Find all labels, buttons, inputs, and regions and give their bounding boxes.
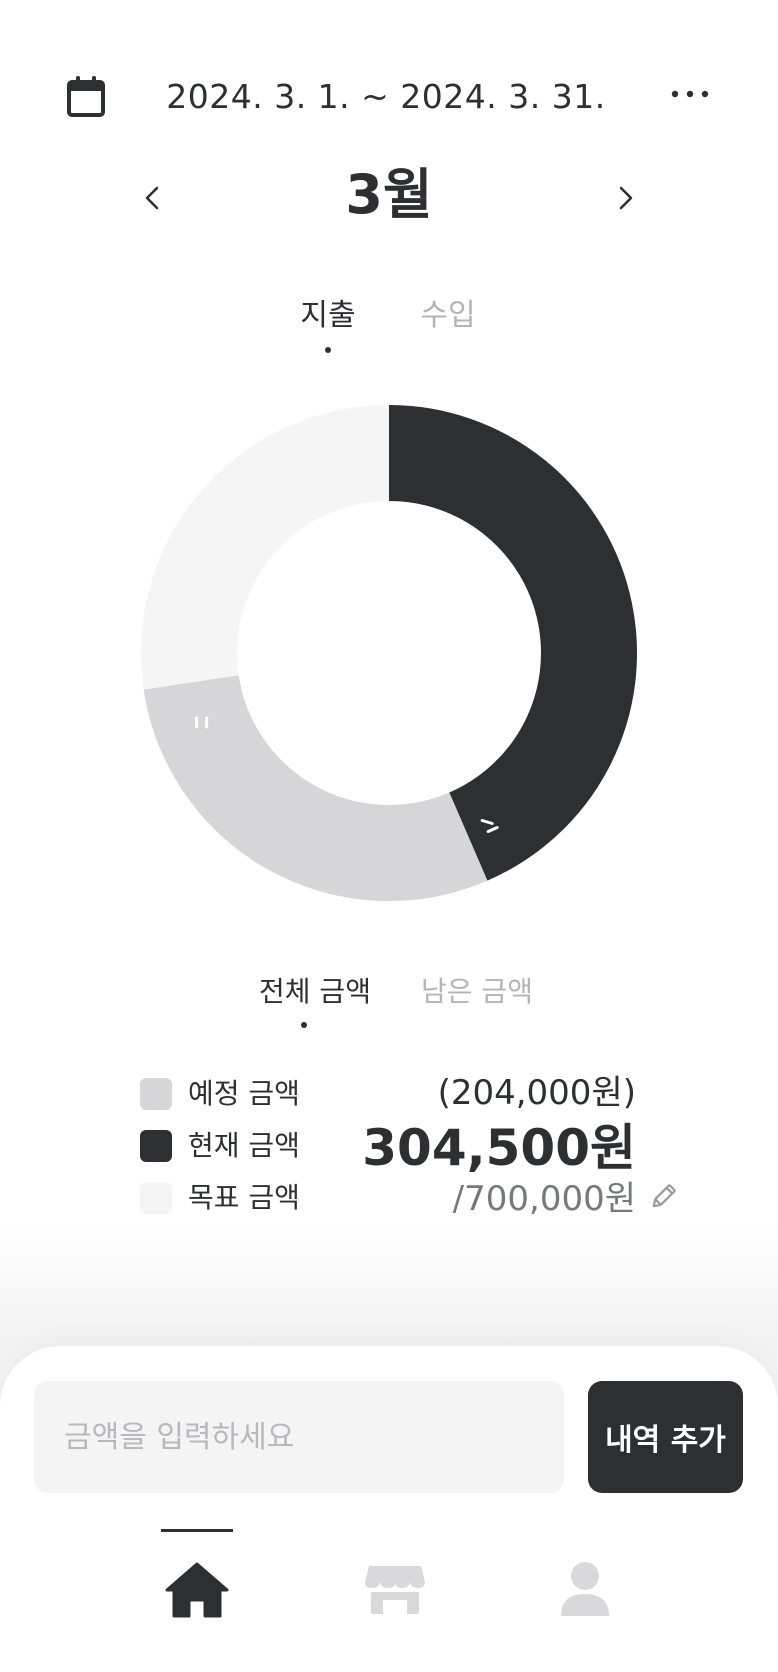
home-icon[interactable] xyxy=(157,1556,237,1626)
profile-icon[interactable] xyxy=(545,1556,625,1626)
pencil-icon[interactable] xyxy=(648,1182,678,1212)
chevron-right-icon[interactable] xyxy=(606,176,646,220)
amount-input[interactable] xyxy=(34,1381,564,1493)
nav-active-indicator xyxy=(161,1529,233,1532)
tab-remaining-amount[interactable]: 남은 금액 xyxy=(412,972,542,1012)
planned-arc xyxy=(143,674,488,901)
current-amount-value: 304,500원 xyxy=(362,1119,636,1177)
month-title: 3월 xyxy=(345,163,433,226)
store-icon[interactable] xyxy=(355,1556,435,1626)
legend-label-goal: 목표 금액 xyxy=(188,1181,300,1214)
date-range[interactable]: 2024. 3. 1. ~ 2024. 3. 31. xyxy=(160,72,612,122)
tab-total-amount[interactable]: 전체 금액 xyxy=(240,972,390,1012)
budget-page: 2024. 3. 1. ~ 2024. 3. 31. 3월 지출 수입 전체 금… xyxy=(0,0,778,1672)
legend-label-planned: 예정 금액 xyxy=(188,1077,300,1110)
calendar-icon[interactable] xyxy=(66,74,106,118)
more-icon[interactable] xyxy=(668,80,712,108)
legend-swatch-planned xyxy=(140,1078,172,1110)
legend-label-current: 현재 금액 xyxy=(188,1129,300,1162)
legend-swatch-goal xyxy=(140,1182,172,1214)
active-subtab-indicator xyxy=(301,1022,307,1028)
active-tab-indicator xyxy=(325,347,331,353)
chevron-left-icon[interactable] xyxy=(132,176,172,220)
current-arc xyxy=(388,405,637,881)
add-entry-button[interactable]: 내역 추가 xyxy=(588,1381,743,1493)
goal-amount-value: /700,000원 xyxy=(452,1179,636,1219)
budget-donut-chart xyxy=(141,405,637,901)
tab-income[interactable]: 수입 xyxy=(408,296,488,336)
legend-swatch-current xyxy=(140,1130,172,1162)
tab-expense[interactable]: 지출 xyxy=(288,296,368,336)
planned-amount-value: (204,000원) xyxy=(437,1073,636,1113)
